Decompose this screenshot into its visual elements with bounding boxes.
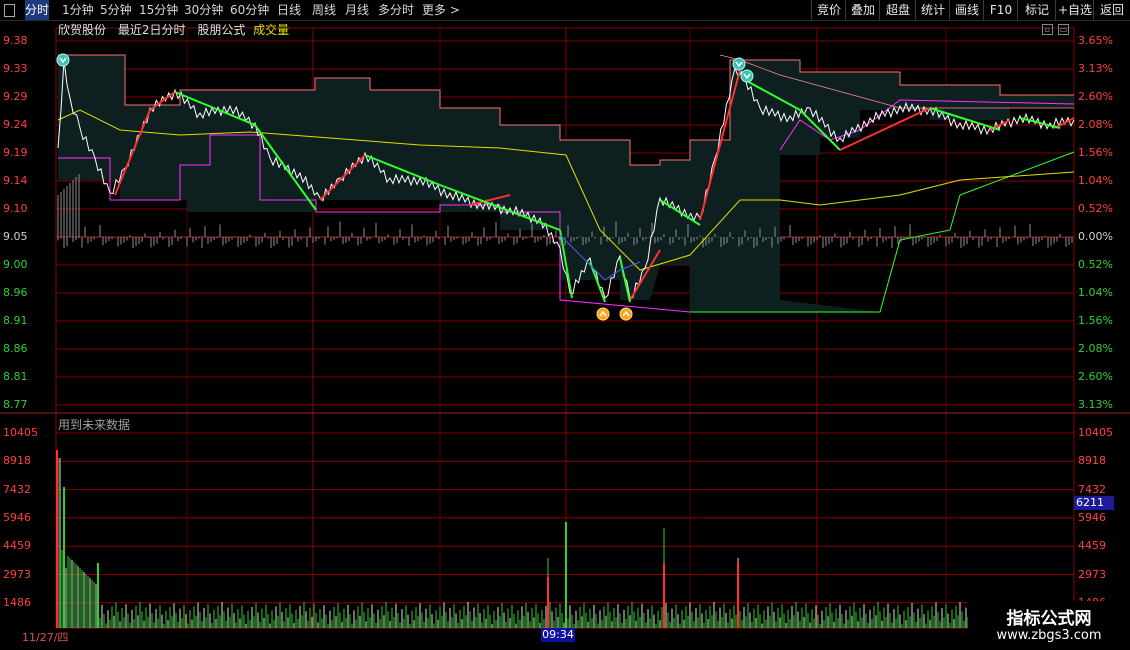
volume-bars: [56, 174, 1073, 628]
volume-label-4: 4459: [3, 539, 31, 553]
intraday-chart[interactable]: [0, 0, 1130, 650]
percent-label-1: 3.13%: [1078, 62, 1113, 75]
tab-5min[interactable]: 5分钟: [100, 0, 132, 20]
percent-label-10: 1.56%: [1078, 314, 1113, 327]
volume-label-0: 10405: [3, 426, 38, 439]
price-label-2: 9.29: [3, 90, 28, 103]
tab-30min[interactable]: 30分钟: [184, 0, 223, 20]
watermark-title: 指标公式网: [1006, 609, 1092, 629]
percent-label-11: 2.08%: [1078, 342, 1113, 355]
percent-label-9: 1.04%: [1078, 286, 1113, 299]
sell-signal-icon: [56, 53, 70, 67]
tab-1min[interactable]: 1分钟: [62, 0, 94, 20]
volume-right-label-5: 2973: [1078, 567, 1106, 581]
indicator-name[interactable]: 成交量: [253, 23, 289, 37]
tab-monthly[interactable]: 月线: [345, 0, 369, 20]
volume-label-1: 8918: [3, 454, 31, 468]
volume-label-2: 7432: [3, 482, 31, 496]
future-data-note: 用到未来数据: [58, 418, 131, 432]
percent-label-0: 3.65%: [1078, 34, 1113, 47]
price-label-4: 9.19: [3, 146, 28, 159]
price-label-0: 9.38: [3, 34, 28, 47]
mark-button[interactable]: 标记: [1017, 0, 1056, 20]
price-label-5: 9.14: [3, 174, 28, 187]
tab-timeshare[interactable]: 分时: [25, 0, 50, 20]
price-label-3: 9.24: [3, 118, 28, 131]
chart-info-bar: 欣贺股份 最近2日分时 股朋公式 成交量: [58, 21, 297, 39]
price-label-13: 8.77: [3, 398, 28, 411]
price-label-11: 8.86: [3, 342, 28, 355]
period-label: 最近2日分时: [117, 23, 186, 37]
tab-weekly[interactable]: 周线: [312, 0, 336, 20]
buy-signal-icon: [619, 307, 633, 321]
percent-label-12: 2.60%: [1078, 370, 1113, 383]
price-label-7: 9.05: [3, 230, 28, 243]
settings-icon[interactable]: ▫: [1042, 24, 1053, 35]
percent-label-7: 0.00%: [1078, 230, 1113, 243]
watermark-logo: 指标公式网 www.zbgs3.com: [968, 601, 1130, 650]
price-label-12: 8.81: [3, 370, 28, 383]
volume-label-6: 1486: [3, 595, 31, 609]
volume-current-value: 6211: [1074, 496, 1114, 510]
f10-button[interactable]: F10: [983, 0, 1018, 20]
draw-line-button[interactable]: 画线: [949, 0, 984, 20]
buy-signal-icon: [596, 307, 610, 321]
back-button[interactable]: 返回: [1093, 0, 1130, 20]
percent-label-2: 2.60%: [1078, 90, 1113, 103]
panel-toggle-icon[interactable]: [4, 4, 15, 17]
volume-label-5: 2973: [3, 567, 31, 581]
percent-label-13: 3.13%: [1078, 398, 1113, 411]
tab-more[interactable]: 更多 >: [422, 0, 460, 20]
super-button[interactable]: 超盘: [879, 0, 916, 20]
volume-right-label-1: 8918: [1078, 454, 1106, 468]
percent-label-5: 1.04%: [1078, 174, 1113, 187]
tab-15min[interactable]: 15分钟: [139, 0, 178, 20]
sell-signal-icon: [740, 69, 754, 83]
add-watchlist-button[interactable]: +自选: [1055, 0, 1094, 20]
price-label-10: 8.91: [3, 314, 28, 327]
tab-60min[interactable]: 60分钟: [230, 0, 269, 20]
stats-button[interactable]: 统计: [915, 0, 950, 20]
auction-button[interactable]: 竞价: [811, 0, 846, 20]
formula-name: 股朋公式: [197, 23, 246, 37]
overlay-button[interactable]: 叠加: [845, 0, 880, 20]
percent-label-3: 2.08%: [1078, 118, 1113, 131]
stock-name: 欣贺股份: [58, 23, 107, 37]
volume-label-3: 5946: [3, 510, 31, 524]
watermark-url: www.zbgs3.com: [996, 628, 1102, 643]
sell-signal-icon: [732, 57, 746, 71]
percent-label-8: 0.52%: [1078, 258, 1113, 271]
price-label-9: 8.96: [3, 286, 28, 299]
price-label-8: 9.00: [3, 258, 28, 271]
volume-right-label-3: 5946: [1078, 510, 1106, 524]
window-icon[interactable]: ▭: [1058, 24, 1069, 35]
percent-label-6: 0.52%: [1078, 202, 1113, 215]
timeframe-toolbar: 分时 1分钟 5分钟 15分钟 30分钟 60分钟 日线 周线 月线 多分时 更…: [0, 0, 1130, 21]
footer-date: 11/27/四: [22, 631, 69, 644]
volume-right-label-2: 7432: [1078, 482, 1106, 496]
tab-multi-timeshare[interactable]: 多分时: [378, 0, 414, 20]
price-label-6: 9.10: [3, 202, 28, 215]
volume-right-label-4: 4459: [1078, 539, 1106, 553]
crosshair-time: 09:34: [541, 628, 575, 642]
volume-right-label-0: 10405: [1078, 426, 1113, 439]
tab-daily[interactable]: 日线: [277, 0, 301, 20]
price-label-1: 9.33: [3, 62, 28, 75]
percent-label-4: 1.56%: [1078, 146, 1113, 159]
